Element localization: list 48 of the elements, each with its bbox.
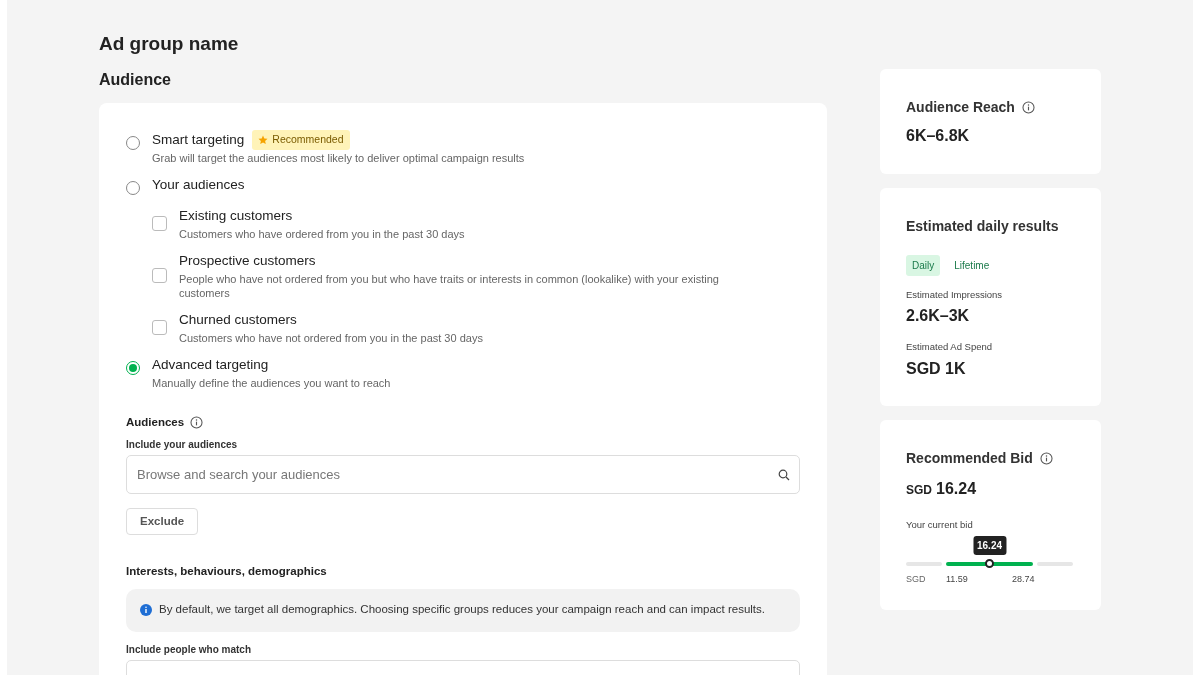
page-title: Ad group name <box>99 32 240 56</box>
checkbox[interactable] <box>152 215 167 231</box>
option-label: Advanced targeting <box>152 356 269 374</box>
currency-label: SGD <box>906 481 932 499</box>
metric-value: 2.6K–3K <box>906 306 971 327</box>
info-icon <box>140 604 152 616</box>
option-label: Smart targeting <box>152 131 245 149</box>
value-tooltip: 16.24 <box>973 535 1006 555</box>
info-icon <box>190 416 204 430</box>
checkbox[interactable] <box>152 319 167 335</box>
option-label: Churned customers <box>179 311 297 329</box>
section-title: Audience <box>99 70 172 90</box>
metric-value: SGD 1K <box>906 358 967 379</box>
option-label: Your audiences <box>152 176 245 194</box>
info-icon <box>1021 101 1035 114</box>
bid-value: 16.24 <box>936 478 977 499</box>
card-title: Estimated daily results <box>906 217 1060 236</box>
badge-text: Recommended <box>272 132 344 148</box>
max-value: 28.74 <box>1012 572 1035 586</box>
checkbox[interactable] <box>152 267 167 283</box>
info-icon <box>1039 451 1053 465</box>
star-icon <box>258 135 269 145</box>
slider-label: Your current bid <box>906 517 974 532</box>
card-title: Audience Reach <box>906 98 1015 117</box>
field-label: Include people who match <box>126 642 252 657</box>
period-tab[interactable]: Daily <box>906 255 941 276</box>
period-tab[interactable]: Lifetime <box>948 255 996 276</box>
option-description: Customers who have ordered from you in the past 30 days <box>179 227 465 241</box>
interests-heading: Interests, behaviours, demographics <box>126 564 328 580</box>
reach-value: 6K–6.8K <box>906 126 971 146</box>
metric-label: Estimated Impressions <box>906 288 1004 302</box>
metric-label: Estimated Ad Spend <box>906 340 994 355</box>
slider-thumb[interactable] <box>985 559 994 569</box>
option-description: Grab will target the audiences most likely to deliver optimal campaign results <box>152 151 525 165</box>
option-label: Prospective customers <box>179 252 316 270</box>
card-title: Recommended Bid <box>906 448 1033 468</box>
currency-label: SGD <box>906 572 927 586</box>
info-text: By default, we target all demographics. Choosing specific groups reduces your campaign reach and can impact results. <box>159 602 765 618</box>
audiences-heading: Audiences <box>126 415 185 430</box>
min-value: 11.59 <box>946 572 969 586</box>
exclude-button[interactable]: Exclude <box>126 508 199 536</box>
field-label: Include your audiences <box>126 438 239 453</box>
audience-search-field[interactable]: Browse and search your audiences <box>126 455 800 495</box>
option-label: Existing customers <box>179 207 293 225</box>
search-icon <box>778 469 790 482</box>
option-description: Manually define the audiences you want to reach <box>152 376 391 390</box>
option-description: Customers who have not ordered from you in the past 30 days <box>179 331 483 345</box>
option-description: People who have not ordered from you but who have traits or interests in common (lookalike) with your existing customers <box>179 272 720 300</box>
